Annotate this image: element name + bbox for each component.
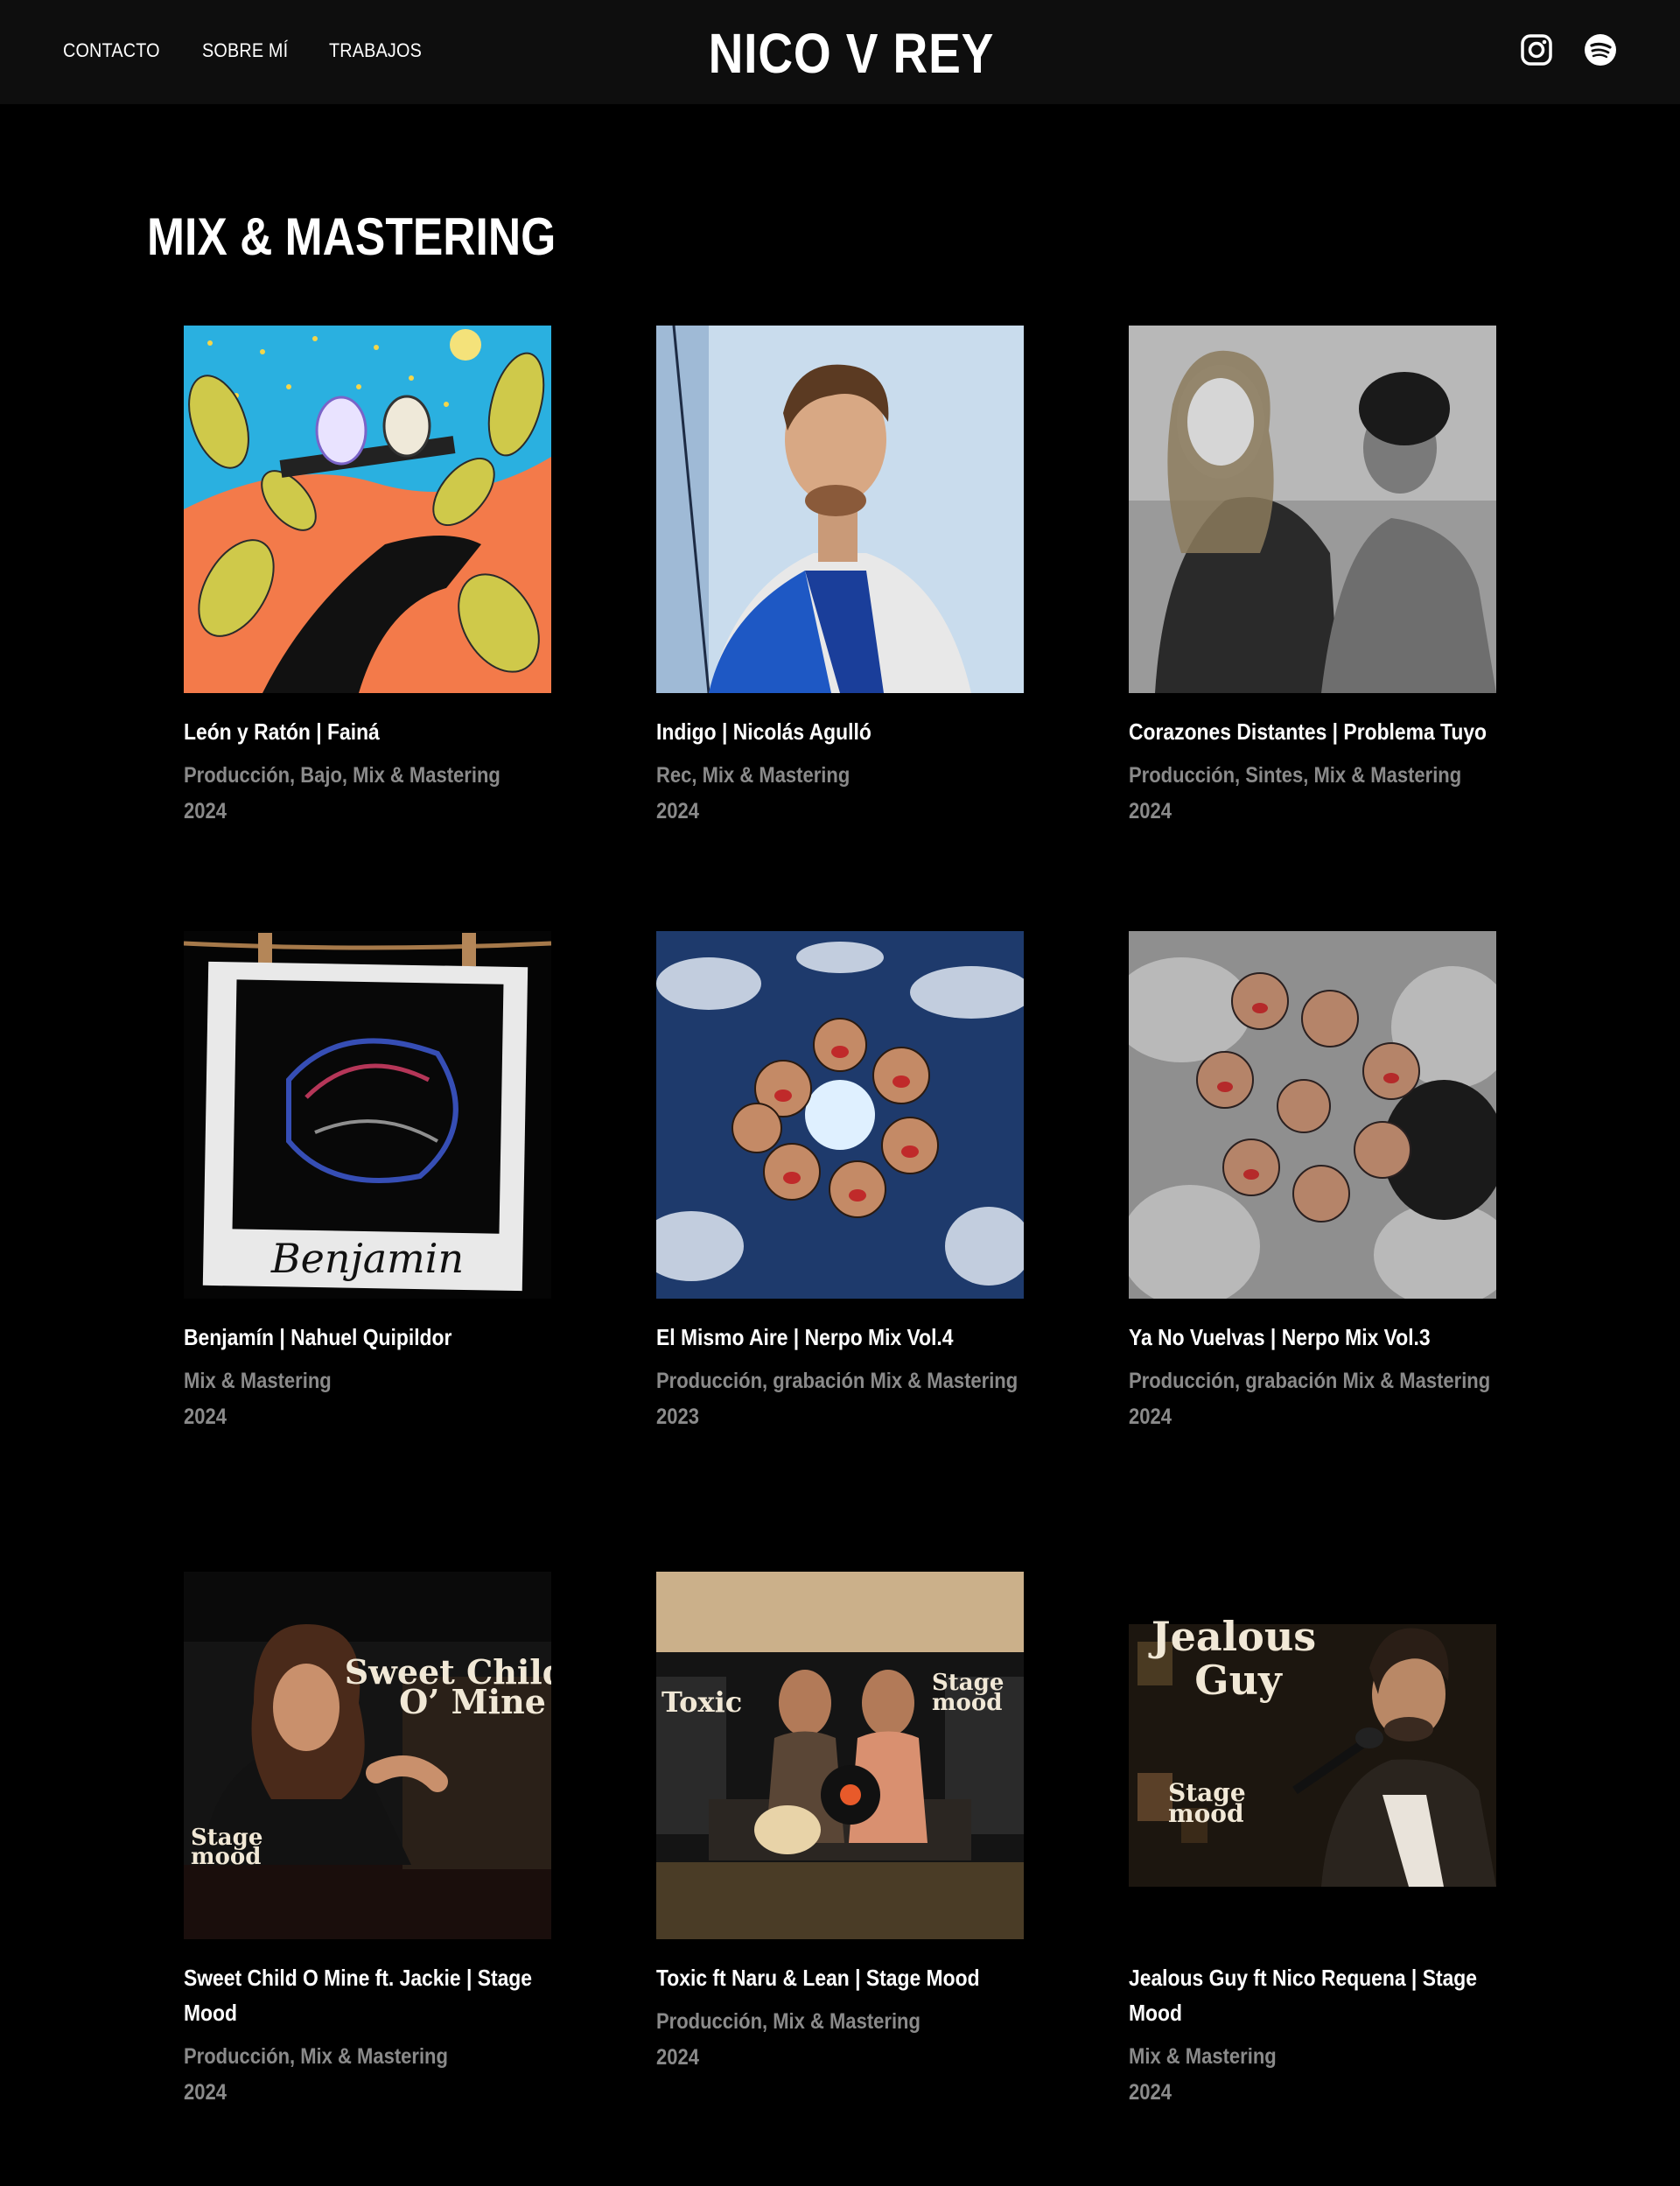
cover-text: Toxic	[662, 1685, 742, 1719]
work-title[interactable]: Ya No Vuelvas | Nerpo Mix Vol.3	[1129, 1320, 1494, 1355]
work-cover[interactable]: Benjamin	[184, 931, 551, 1299]
work-card[interactable]: Ya No Vuelvas | Nerpo Mix Vol.3 Producci…	[1129, 931, 1496, 1434]
work-year: 2023	[656, 1405, 699, 1429]
work-card[interactable]: Indigo | Nicolás Agulló Rec, Mix & Maste…	[656, 326, 1024, 829]
work-year: 2024	[1129, 799, 1172, 823]
work-roles: Mix & Mastering	[184, 1369, 332, 1393]
spotify-icon[interactable]	[1584, 33, 1617, 67]
site-brand[interactable]: NICO V REY	[117, 21, 1562, 86]
work-year: 2024	[184, 1405, 227, 1429]
work-cover[interactable]	[1129, 931, 1496, 1299]
work-card[interactable]: Benjamin Benjamín | Nahuel Quipildor Mix…	[184, 931, 551, 1434]
work-cover[interactable]: Sweet Child O’ Mine Stage mood	[184, 1572, 551, 1939]
work-cover[interactable]	[656, 326, 1024, 693]
work-card[interactable]: Corazones Distantes | Problema Tuyo Prod…	[1129, 326, 1496, 829]
work-year: 2024	[184, 2080, 227, 2105]
work-roles: Rec, Mix & Mastering	[656, 763, 850, 788]
work-roles: Producción, Mix & Mastering	[184, 2044, 448, 2069]
work-year: 2024	[1129, 2080, 1172, 2105]
instagram-icon[interactable]	[1520, 33, 1553, 67]
work-year: 2024	[1129, 1405, 1172, 1429]
work-year: 2024	[656, 799, 699, 823]
work-card[interactable]: Sweet Child O’ Mine Stage mood Sweet Chi…	[184, 1572, 551, 2110]
section-title: MIX & MASTERING	[147, 207, 556, 266]
work-card[interactable]: Jealous Guy Stage mood Jealous Guy ft Ni…	[1129, 1572, 1496, 2110]
cover-text: O’ Mine	[399, 1682, 546, 1721]
site-header: CONTACTO SOBRE MÍ TRABAJOS NICO V REY	[0, 0, 1680, 104]
work-card[interactable]: Toxic Stage mood Toxic ft Naru & Lean | …	[656, 1572, 1024, 2075]
work-title[interactable]: Corazones Distantes | Problema Tuyo	[1129, 714, 1494, 749]
cover-text: Jealous	[1148, 1613, 1316, 1660]
work-roles: Mix & Mastering	[1129, 2044, 1277, 2069]
work-cover[interactable]	[184, 326, 551, 693]
work-title[interactable]: Jealous Guy ft Nico Requena | Stage Mood	[1129, 1960, 1494, 2030]
work-year: 2024	[656, 2045, 699, 2070]
work-cover[interactable]	[656, 931, 1024, 1299]
work-title[interactable]: Indigo | Nicolás Agulló	[656, 714, 1022, 749]
work-roles: Producción, Sintes, Mix & Mastering	[1129, 763, 1462, 788]
work-cover[interactable]: Toxic Stage mood	[656, 1572, 1024, 1939]
work-roles: Producción, Bajo, Mix & Mastering	[184, 763, 500, 788]
work-roles: Producción, Mix & Mastering	[656, 2009, 920, 2034]
work-title[interactable]: Toxic ft Naru & Lean | Stage Mood	[656, 1960, 1022, 1995]
work-card[interactable]: El Mismo Aire | Nerpo Mix Vol.4 Producci…	[656, 931, 1024, 1434]
work-title[interactable]: Benjamín | Nahuel Quipildor	[184, 1320, 550, 1355]
cover-text: mood	[191, 1844, 261, 1870]
work-roles: Producción, grabación Mix & Mastering	[656, 1369, 1018, 1393]
work-cover[interactable]: Jealous Guy Stage mood	[1129, 1572, 1496, 1939]
work-title[interactable]: Sweet Child O Mine ft. Jackie | Stage Mo…	[184, 1960, 550, 2030]
cover-text: Benjamin	[270, 1235, 464, 1282]
work-roles: Producción, grabación Mix & Mastering	[1129, 1369, 1491, 1393]
work-year: 2024	[184, 799, 227, 823]
work-title[interactable]: León y Ratón | Fainá	[184, 714, 550, 749]
work-cover[interactable]	[1129, 326, 1496, 693]
work-title[interactable]: El Mismo Aire | Nerpo Mix Vol.4	[656, 1320, 1022, 1355]
work-card[interactable]: León y Ratón | Fainá Producción, Bajo, M…	[184, 326, 551, 829]
cover-text: mood	[932, 1690, 1002, 1716]
cover-text: mood	[1168, 1799, 1244, 1828]
cover-text: Guy	[1194, 1657, 1283, 1704]
